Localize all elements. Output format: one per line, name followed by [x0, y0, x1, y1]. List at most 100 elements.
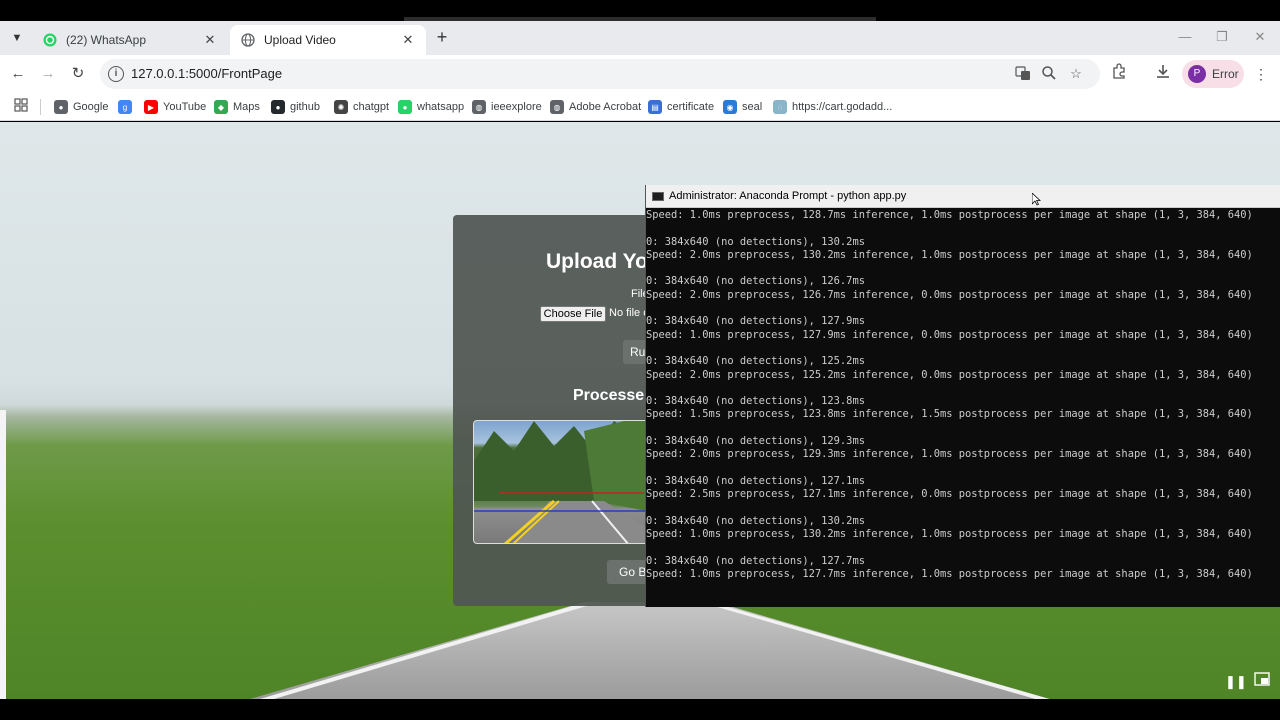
- info-icon[interactable]: i: [108, 66, 124, 82]
- loading-icon: ◌: [773, 100, 787, 114]
- bookmark-item[interactable]: ● github: [271, 97, 320, 117]
- terminal-titlebar[interactable]: Administrator: Anaconda Prompt - python …: [646, 185, 1280, 208]
- extensions-icon[interactable]: [1108, 63, 1130, 85]
- certificate-icon: ▤: [648, 100, 662, 114]
- tab-whatsapp[interactable]: (22) WhatsApp ✕: [32, 25, 228, 55]
- bookmark-item[interactable]: ◍ Adobe Acrobat: [550, 97, 641, 117]
- profile-chip[interactable]: P Error: [1182, 60, 1244, 88]
- processed-video[interactable]: [473, 420, 673, 544]
- bookmark-label: YouTube: [163, 101, 207, 113]
- terminal-line: Speed: 1.0ms preprocess, 127.7ms inferen…: [646, 568, 1253, 581]
- bookmark-label: github: [290, 101, 320, 113]
- bookmark-item[interactable]: ◌ https://cart.godadd...: [773, 97, 892, 117]
- tab-close-icon[interactable]: ✕: [400, 32, 416, 48]
- github-icon: ●: [271, 100, 285, 114]
- bookmark-label: https://cart.godadd...: [792, 101, 893, 113]
- bookmark-item[interactable]: g: [118, 97, 137, 117]
- processed-video-frame: [474, 421, 672, 543]
- apps-grid-icon[interactable]: [14, 98, 30, 114]
- youtube-icon: ▶: [144, 100, 158, 114]
- browser-toolbar: ← → ↻ i 127.0.0.1:5000/FrontPage ☆ P Err…: [0, 55, 1280, 93]
- restore-icon[interactable]: ❐: [1212, 29, 1232, 45]
- terminal-line: 0: 384x640 (no detections), 129.3ms: [646, 435, 865, 448]
- bookmark-label: Adobe Acrobat: [569, 101, 642, 113]
- window-close-icon[interactable]: ✕: [1250, 29, 1270, 45]
- avatar: P: [1188, 65, 1206, 83]
- download-icon[interactable]: [1152, 63, 1174, 85]
- terminal-line: 0: 384x640 (no detections), 126.7ms: [646, 275, 865, 288]
- chrome-icon: ●: [54, 100, 68, 114]
- bookmark-label: ieeexplore: [491, 101, 542, 113]
- terminal-line: 0: 384x640 (no detections), 130.2ms: [646, 514, 865, 527]
- tab-close-icon[interactable]: ✕: [202, 32, 218, 48]
- bottom-black-bar: [0, 699, 1280, 720]
- terminal-line: Speed: 1.0ms preprocess, 127.9ms inferen…: [646, 328, 1253, 341]
- terminal-icon: [652, 192, 664, 201]
- bookmark-star-icon[interactable]: ☆: [1067, 65, 1085, 83]
- bookmark-item[interactable]: ◉ seal: [723, 97, 762, 117]
- mouse-cursor-icon: [1031, 192, 1042, 206]
- tab-strip: ▼ (22) WhatsApp ✕ Upload Video ✕ + — ❐ ✕: [0, 21, 1280, 55]
- minimize-icon[interactable]: —: [1175, 29, 1195, 44]
- address-bar[interactable]: i 127.0.0.1:5000/FrontPage ☆: [100, 59, 1100, 89]
- new-tab-button[interactable]: +: [432, 27, 452, 49]
- bookmark-item[interactable]: ● Google: [54, 97, 108, 117]
- terminal-line: Speed: 1.0ms preprocess, 130.2ms inferen…: [646, 528, 1253, 541]
- miniplayer-icon[interactable]: [1252, 672, 1272, 692]
- forward-arrow-icon[interactable]: →: [37, 63, 59, 85]
- back-arrow-icon[interactable]: ←: [7, 63, 29, 85]
- terminal-line: 0: 384x640 (no detections), 130.2ms: [646, 235, 865, 248]
- bookmark-item[interactable]: ● whatsapp: [398, 97, 464, 117]
- globe-icon: [240, 32, 256, 48]
- bookmark-label: Google: [73, 101, 109, 113]
- globe-icon: ◍: [472, 100, 486, 114]
- terminal-line: 0: 384x640 (no detections), 125.2ms: [646, 355, 865, 368]
- terminal-line: 0: 384x640 (no detections), 127.9ms: [646, 315, 865, 328]
- terminal-window[interactable]: Administrator: Anaconda Prompt - python …: [645, 185, 1280, 607]
- bookmark-label: certificate: [667, 101, 715, 113]
- bookmarks-bar: ● Google g ▶ YouTube ◆ Maps ● github ✺ chatgpt ● wha…: [0, 93, 1280, 121]
- terminal-line: Speed: 1.0ms preprocess, 128.7ms inferen…: [646, 209, 1253, 221]
- bookmark-label: Maps: [233, 101, 260, 113]
- terminal-line: Speed: 1.5ms preprocess, 123.8ms inferen…: [646, 408, 1253, 421]
- bookmark-item[interactable]: ▶ YouTube: [144, 97, 206, 117]
- maps-icon: ◆: [214, 100, 228, 114]
- url-text[interactable]: 127.0.0.1:5000/FrontPage: [131, 66, 282, 81]
- tab-search-chevron-icon[interactable]: ▼: [6, 27, 28, 49]
- more-menu-icon[interactable]: ⋮: [1250, 63, 1272, 85]
- terminal-line: 0: 384x640 (no detections), 123.8ms: [646, 395, 865, 408]
- terminal-line: Speed: 2.5ms preprocess, 127.1ms inferen…: [646, 488, 1253, 501]
- terminal-line: Speed: 2.0ms preprocess, 129.3ms inferen…: [646, 448, 1253, 461]
- bookmark-item[interactable]: ▤ certificate: [648, 97, 714, 117]
- choose-file-button[interactable]: Choose File: [540, 306, 606, 322]
- bookmark-item[interactable]: ✺ chatgpt: [334, 97, 389, 117]
- no-file-text: No file c: [609, 307, 649, 319]
- screen: ▼ (22) WhatsApp ✕ Upload Video ✕ + — ❐ ✕…: [0, 0, 1280, 720]
- tab-upload-video[interactable]: Upload Video ✕: [230, 25, 426, 55]
- profile-status-label: Error: [1212, 67, 1239, 81]
- whatsapp-icon: [42, 32, 58, 48]
- tab-title: (22) WhatsApp: [66, 33, 147, 47]
- whatsapp-icon: ●: [398, 100, 412, 114]
- bookmark-item[interactable]: ◍ ieeexplore: [472, 97, 542, 117]
- upload-title: Upload Yo: [546, 250, 648, 273]
- reload-icon[interactable]: ↻: [67, 63, 89, 85]
- bookmark-item[interactable]: ◆ Maps: [214, 97, 260, 117]
- terminal-line: Speed: 2.0ms preprocess, 125.2ms inferen…: [646, 368, 1253, 381]
- pause-icon[interactable]: ❚❚: [1225, 672, 1247, 692]
- terminal-output[interactable]: Speed: 1.0ms preprocess, 128.7ms inferen…: [646, 209, 1280, 607]
- terminal-title: Administrator: Anaconda Prompt - python …: [669, 190, 907, 202]
- processed-title: Processe: [573, 387, 645, 404]
- bookmarks-divider: [40, 99, 41, 115]
- zoom-icon[interactable]: [1040, 65, 1058, 83]
- globe-icon: ◍: [550, 100, 564, 114]
- translate-icon[interactable]: [1014, 65, 1032, 83]
- seal-icon: ◉: [723, 100, 737, 114]
- page-edge: [0, 410, 6, 699]
- chatgpt-icon: ✺: [334, 100, 348, 114]
